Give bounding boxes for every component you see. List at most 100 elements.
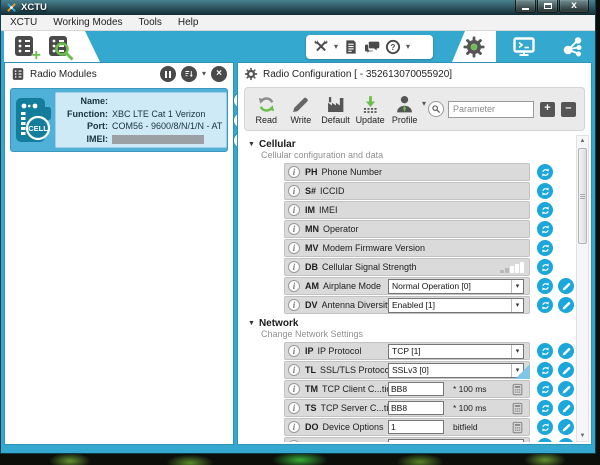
param-bar[interactable]: i DB Cellular Signal Strength (284, 258, 530, 276)
discover-radio-modules-button[interactable] (46, 34, 72, 60)
scrollbar-thumb[interactable] (578, 148, 587, 244)
param-bar[interactable]: i IM IMEI (284, 201, 530, 219)
maximize-button[interactable] (537, 0, 558, 13)
param-input[interactable] (388, 439, 524, 442)
feedback-icon[interactable] (364, 39, 380, 55)
info-icon[interactable]: i (288, 166, 300, 178)
parameter-search-input[interactable] (447, 100, 534, 118)
tab-network[interactable] (550, 31, 596, 62)
info-icon[interactable]: i (288, 345, 300, 357)
help-caret-icon[interactable]: ▾ (406, 43, 410, 51)
refresh-param-button[interactable] (537, 419, 553, 435)
frames-log-icon[interactable] (343, 39, 359, 55)
info-icon[interactable]: i (288, 402, 300, 414)
refresh-param-button[interactable] (537, 278, 553, 294)
refresh-param-button[interactable] (537, 221, 553, 237)
param-bar[interactable]: i TM TCP Client C...tion Timeout * 100 ms (284, 380, 530, 398)
menu-help[interactable]: Help (178, 17, 199, 28)
refresh-param-button[interactable] (537, 400, 553, 416)
param-bar[interactable]: i S# ICCID (284, 182, 530, 200)
info-icon[interactable]: i (288, 364, 300, 376)
refresh-param-button[interactable] (537, 438, 553, 442)
collapse-all-button[interactable]: – (560, 101, 576, 117)
menu-tools[interactable]: Tools (139, 17, 162, 28)
calculator-icon[interactable] (511, 402, 524, 415)
profile-button[interactable]: Profile (387, 94, 422, 125)
pause-discovery-button[interactable] (159, 66, 176, 82)
menu-xctu[interactable]: XCTU (10, 17, 37, 28)
close-button[interactable]: x (559, 0, 589, 13)
param-bar[interactable]: i MN Operator (284, 220, 530, 238)
write-param-button[interactable] (558, 297, 574, 313)
refresh-param-button[interactable] (537, 259, 553, 275)
update-button[interactable]: Update (353, 94, 388, 125)
refresh-param-button[interactable] (537, 362, 553, 378)
write-param-button[interactable] (558, 343, 574, 359)
vertical-scrollbar[interactable]: ▲ ▼ (576, 135, 589, 442)
refresh-param-button[interactable] (537, 381, 553, 397)
default-button[interactable]: Default (318, 94, 353, 125)
section-header[interactable]: ▼ Network (248, 317, 575, 329)
menu-working-modes[interactable]: Working Modes (53, 17, 122, 28)
help-icon[interactable] (385, 39, 401, 55)
param-input[interactable] (388, 420, 444, 434)
refresh-param-button[interactable] (537, 202, 553, 218)
info-icon[interactable]: i (288, 421, 300, 433)
tab-configuration[interactable] (452, 31, 496, 62)
info-icon[interactable]: i (288, 185, 300, 197)
info-icon[interactable]: i (288, 204, 300, 216)
read-button[interactable]: Read (249, 94, 284, 125)
param-bar[interactable]: i TSTCP Server C...tion Timeout * 100 ms (284, 399, 530, 417)
param-dropdown[interactable]: SSLv3 [0] ▾ (388, 362, 524, 378)
calculator-icon[interactable] (511, 421, 524, 434)
refresh-param-button[interactable] (537, 240, 553, 256)
scroll-up-icon[interactable]: ▲ (580, 136, 586, 146)
param-dropdown[interactable]: TCP [1] ▾ (388, 343, 524, 359)
write-param-button[interactable] (558, 362, 574, 378)
write-param-button[interactable] (558, 381, 574, 397)
write-button[interactable]: Write (284, 94, 319, 125)
param-bar[interactable]: i PH Phone Number (284, 163, 530, 181)
add-radio-module-button[interactable]: + (12, 34, 38, 60)
section-header[interactable]: ▼ Cellular (248, 138, 575, 150)
expand-all-button[interactable]: + (539, 101, 555, 117)
scroll-down-icon[interactable]: ▼ (580, 431, 586, 441)
write-param-button[interactable] (558, 278, 574, 294)
write-param-button[interactable] (558, 419, 574, 435)
param-bar[interactable]: i IP IP Protocol TCP [1] ▾ (284, 342, 530, 360)
tab-consoles[interactable] (501, 31, 547, 62)
param-input[interactable] (388, 382, 444, 396)
refresh-param-button[interactable] (537, 297, 553, 313)
info-icon[interactable]: i (288, 280, 300, 292)
refresh-param-button[interactable] (537, 164, 553, 180)
radio-module-card[interactable]: CELL Name: Function: XBC LTE Cat 1 Veriz… (10, 88, 249, 152)
collapse-triangle-icon[interactable]: ▼ (248, 141, 255, 148)
profile-caret-icon[interactable]: ▾ (422, 100, 426, 108)
param-bar[interactable]: i TL SSL/TLS Protocol VersionSSLv3 [0]▾ (284, 361, 530, 379)
refresh-param-button[interactable] (537, 183, 553, 199)
tools-icon[interactable] (313, 39, 329, 55)
info-icon[interactable]: i (288, 242, 300, 254)
clear-modules-button[interactable]: × (211, 66, 227, 82)
sort-modules-button[interactable] (180, 66, 197, 82)
info-icon[interactable]: i (288, 223, 300, 235)
param-bar[interactable]: i AM Airplane Mode Normal Operation [0] ▾ (284, 277, 530, 295)
param-bar[interactable]: i DV Antenna Diversity Enabled [1] ▾ (284, 296, 530, 314)
param-dropdown[interactable]: Normal Operation [0] ▾ (388, 278, 524, 294)
calculator-icon[interactable] (511, 383, 524, 396)
collapse-triangle-icon[interactable]: ▼ (248, 320, 255, 327)
info-icon[interactable]: i (288, 383, 300, 395)
param-dropdown[interactable]: Enabled [1] ▾ (388, 297, 524, 313)
minimize-button[interactable] (515, 0, 536, 13)
param-input[interactable] (388, 401, 444, 415)
param-bar[interactable]: i DODevice Options bitfield (284, 418, 530, 436)
info-icon[interactable]: i (288, 299, 300, 311)
write-param-button[interactable] (558, 438, 574, 442)
info-icon[interactable]: i (288, 261, 300, 273)
param-bar[interactable]: i MV Modem Firmware Version (284, 239, 530, 257)
write-param-button[interactable] (558, 400, 574, 416)
sort-caret-icon[interactable]: ▾ (202, 70, 206, 78)
info-icon[interactable]: i (288, 440, 300, 442)
refresh-param-button[interactable] (537, 343, 553, 359)
tools-caret-icon[interactable]: ▾ (334, 43, 338, 51)
